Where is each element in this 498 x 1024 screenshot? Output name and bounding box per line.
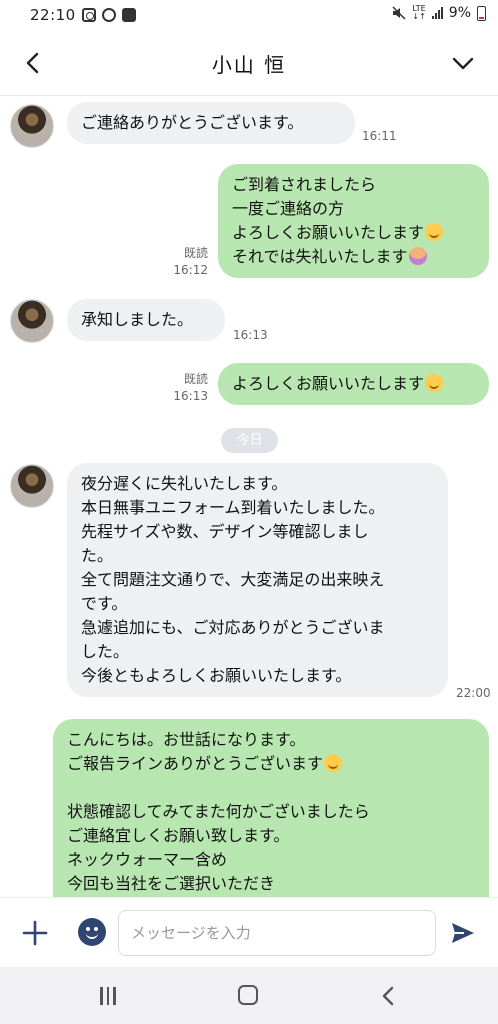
message-line: ご連絡宜しくお願い致します。: [67, 826, 290, 845]
chat-header: 小山 恒: [0, 30, 498, 96]
send-icon[interactable]: [450, 920, 476, 946]
message-line: 状態確認してみてまた何かございましたら: [67, 802, 370, 821]
notification-icons: [82, 8, 136, 22]
home-icon[interactable]: [238, 985, 258, 1005]
battery-icon: [477, 5, 486, 21]
message-time: 16:11: [362, 129, 397, 143]
message-line: ご報告ラインありがとうございます: [67, 752, 475, 776]
emoji-icon[interactable]: [78, 918, 106, 946]
message-bubble-outgoing[interactable]: よろしくお願いいたします: [218, 363, 489, 405]
sync-icon: [102, 8, 116, 22]
app-notification-icon: [122, 8, 136, 22]
avatar[interactable]: [10, 299, 54, 343]
status-bar: 22:10 LTE ↓↑ 9%: [0, 0, 498, 30]
message-line: 今回も当社をご選択いただき: [67, 874, 276, 893]
message-input-bar: [0, 897, 498, 967]
message-line: それでは失礼いたします: [232, 245, 475, 269]
contact-name: 小山 恒: [211, 53, 287, 77]
message-line: ネックウォーマー含め: [67, 850, 228, 869]
bowing-emoji-icon: [408, 247, 427, 265]
message-input[interactable]: [118, 910, 436, 956]
mute-icon: [392, 6, 406, 20]
read-receipt: 既読 16:13: [173, 372, 208, 403]
chat-area[interactable]: ご連絡ありがとうございます。 16:11 既読 16:12 ご到着されましたら 一…: [0, 97, 498, 897]
status-time: 22:10: [30, 6, 76, 24]
instagram-icon: [82, 8, 96, 22]
recent-apps-icon[interactable]: [100, 987, 120, 1005]
message-time: 16:13: [233, 328, 268, 342]
avatar[interactable]: [10, 104, 54, 148]
battery-percent: 9%: [448, 5, 471, 21]
message-time: 22:00: [456, 686, 491, 700]
message-line: こんにちは。お世話になります。: [67, 730, 306, 749]
signal-icon: [431, 7, 443, 19]
plus-icon[interactable]: [22, 920, 48, 946]
message-line: ご到着されましたら: [232, 175, 377, 194]
message-line: よろしくお願いいたします: [232, 221, 475, 245]
message-line: 一度ご連絡の方: [232, 199, 345, 218]
network-type: LTE ↓↑: [412, 4, 426, 21]
smile-emoji-icon: [324, 754, 343, 772]
message-bubble-outgoing[interactable]: こんにちは。お世話になります。 ご報告ラインありがとうございます 状態確認してみ…: [53, 719, 489, 897]
system-navigation-bar: [0, 967, 498, 1024]
read-receipt: 既読 16:12: [173, 246, 208, 277]
message-bubble-incoming[interactable]: 承知しました。: [67, 299, 225, 341]
message-bubble-incoming[interactable]: 夜分遅くに失礼いたします。 本日無事ユニフォーム到着いたしました。 先程サイズや…: [67, 463, 448, 697]
back-icon[interactable]: [378, 984, 400, 1008]
system-status: LTE ↓↑ 9%: [392, 5, 486, 21]
chevron-down-icon[interactable]: [448, 48, 478, 78]
avatar[interactable]: [10, 464, 54, 508]
message-line: [67, 776, 475, 800]
date-separator: 今日: [221, 428, 278, 453]
smile-emoji-icon: [425, 374, 444, 392]
smile-emoji-icon: [425, 223, 444, 241]
message-bubble-incoming[interactable]: ご連絡ありがとうございます。: [67, 102, 355, 144]
message-bubble-outgoing[interactable]: ご到着されましたら 一度ご連絡の方 よろしくお願いいたします それでは失礼いたし…: [218, 164, 489, 278]
